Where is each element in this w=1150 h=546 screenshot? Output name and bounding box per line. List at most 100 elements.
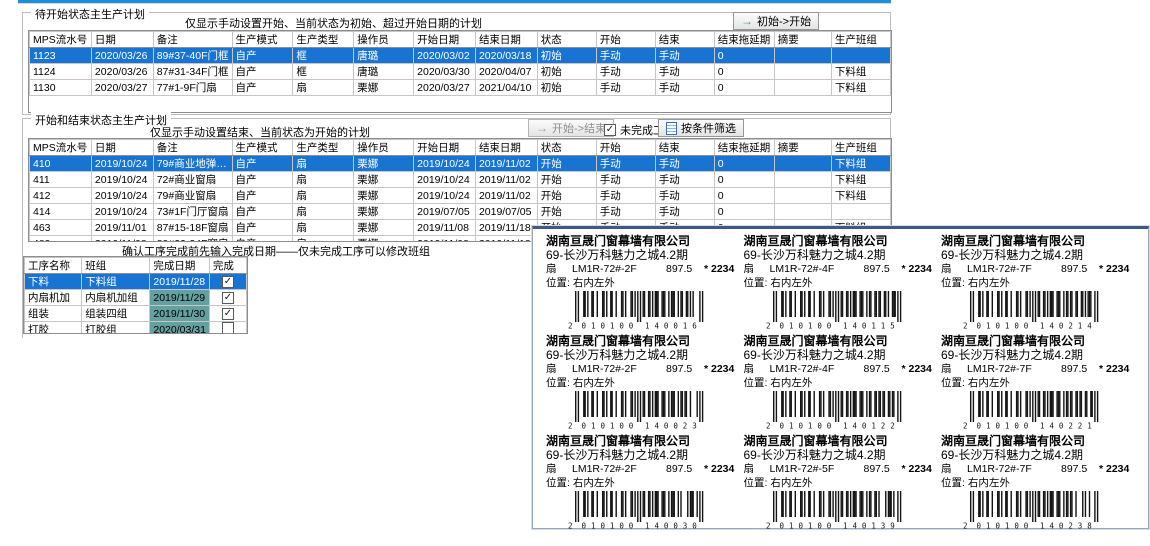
done-checkbox[interactable]: ✓	[222, 276, 234, 288]
table-cell[interactable]: 2020/03/18	[475, 48, 537, 64]
done-checkbox[interactable]: ✓	[222, 292, 234, 304]
table-cell[interactable]: 开始	[537, 172, 596, 188]
table-cell[interactable]: 手动	[655, 64, 714, 80]
table-cell[interactable]: 1130	[30, 80, 92, 96]
table-cell[interactable]: 扇	[293, 80, 354, 96]
table-cell[interactable]: 1123	[30, 48, 92, 64]
table-cell[interactable]: 72#商业窗扇	[153, 172, 232, 188]
table-cell[interactable]	[774, 204, 831, 220]
table-cell[interactable]: 2020/03/26	[91, 48, 153, 64]
table-cell[interactable]: 手动	[596, 172, 655, 188]
table-cell[interactable]: 2019/07/05	[475, 204, 537, 220]
table-cell[interactable]: 栗娜	[354, 204, 414, 220]
finish-done-cell[interactable]	[209, 322, 246, 335]
table-cell[interactable]: 79#商业窗扇	[153, 188, 232, 204]
finish-date-cell[interactable]: 2020/03/31	[150, 322, 210, 335]
process-name-cell[interactable]: 组装	[25, 306, 82, 322]
column-header[interactable]: 开始日期	[414, 140, 476, 156]
table-cell[interactable]: 框	[293, 64, 354, 80]
table-cell[interactable]: 2019/10/24	[414, 172, 476, 188]
table-cell[interactable]	[774, 64, 831, 80]
table-cell[interactable]: 79#商业地弹…	[153, 156, 232, 172]
unfinished-process-checkbox[interactable]: ✓	[604, 124, 616, 136]
filter-by-condition-button[interactable]: 按条件筛选	[658, 119, 744, 137]
table-cell[interactable]: 框	[293, 48, 354, 64]
table-cell[interactable]: 下料组	[831, 64, 890, 80]
table-cell[interactable]: 手动	[596, 64, 655, 80]
table-cell[interactable]: 自产	[232, 236, 293, 243]
table-cell[interactable]: 2019/11/02	[475, 188, 537, 204]
table-cell[interactable]	[831, 204, 890, 220]
table-cell[interactable]: 0	[714, 172, 774, 188]
column-header[interactable]: 摘要	[774, 32, 831, 48]
table-cell[interactable]: 下料组	[831, 156, 890, 172]
column-header[interactable]: 摘要	[774, 140, 831, 156]
table-cell[interactable]: 手动	[596, 156, 655, 172]
column-header[interactable]: 结束日期	[475, 32, 537, 48]
table-cell[interactable]: 自产	[232, 188, 293, 204]
table-cell[interactable]: 手动	[596, 48, 655, 64]
table-cell[interactable]: 初始	[537, 80, 596, 96]
table-cell[interactable]: 2020/03/02	[414, 48, 476, 64]
column-header[interactable]: 开始日期	[414, 32, 476, 48]
table-cell[interactable]: 87#15-18F窗扇	[153, 220, 232, 236]
start-to-finish-button[interactable]: → 开始->结束	[528, 119, 614, 137]
table-cell[interactable]: 2020/03/27	[414, 80, 476, 96]
table-cell[interactable]: 77#1-9F门扇	[153, 80, 232, 96]
column-header[interactable]: 生产类型	[293, 140, 354, 156]
table-cell[interactable]: 扇	[293, 156, 354, 172]
table-cell[interactable]: 手动	[596, 188, 655, 204]
table-cell[interactable]: 2019/07/05	[414, 204, 476, 220]
column-header[interactable]: 结束日期	[475, 140, 537, 156]
column-header[interactable]: 结束	[655, 140, 714, 156]
team-cell[interactable]: 下料组	[82, 274, 150, 290]
table-cell[interactable]: 412	[30, 188, 92, 204]
table-cell[interactable]: 2019/11/08	[414, 236, 476, 243]
table-cell[interactable]: 下料组	[831, 172, 890, 188]
process-name-cell[interactable]: 打胶	[25, 322, 82, 335]
column-header[interactable]: 结束拖延期	[714, 32, 774, 48]
table-cell[interactable]: 自产	[232, 48, 293, 64]
init-to-start-button[interactable]: → 初始->开始	[733, 12, 819, 30]
column-header[interactable]: MPS流水号	[30, 140, 92, 156]
table-cell[interactable]: 2019/11/08	[414, 220, 476, 236]
table-cell[interactable]: 89#22-24F窗扇	[153, 236, 232, 243]
column-header[interactable]: 班组	[82, 258, 150, 274]
table-cell[interactable]: 栗娜	[354, 80, 414, 96]
column-header[interactable]: 状态	[537, 32, 596, 48]
column-header[interactable]: 结束	[655, 32, 714, 48]
column-header[interactable]: 生产班组	[831, 32, 890, 48]
column-header[interactable]: 备注	[153, 32, 232, 48]
table-cell[interactable]: 栗娜	[354, 156, 414, 172]
column-header[interactable]: 结束拖延期	[714, 140, 774, 156]
table-cell[interactable]: 2019/11/02	[475, 172, 537, 188]
column-header[interactable]: 生产模式	[232, 140, 293, 156]
table-cell[interactable]: 2019/11/18	[475, 236, 537, 243]
table-cell[interactable]: 2019/11/01	[91, 220, 153, 236]
finish-done-cell[interactable]: ✓	[209, 306, 246, 322]
column-header[interactable]: 工序名称	[25, 258, 82, 274]
table-cell[interactable]: 2019/10/24	[91, 156, 153, 172]
table-cell[interactable]: 手动	[596, 204, 655, 220]
column-header[interactable]: 开始	[596, 32, 655, 48]
table-cell[interactable]	[774, 48, 831, 64]
table-cell[interactable]: 开始	[537, 156, 596, 172]
column-header[interactable]: 操作员	[354, 32, 414, 48]
table-cell[interactable]: 自产	[232, 64, 293, 80]
table-cell[interactable]: 自产	[232, 156, 293, 172]
table-cell[interactable]: 扇	[293, 188, 354, 204]
table-cell[interactable]: 89#37-40F门框	[153, 48, 232, 64]
table-cell[interactable]: 手动	[655, 80, 714, 96]
finish-done-cell[interactable]: ✓	[209, 290, 246, 306]
done-checkbox[interactable]: ✓	[222, 308, 234, 320]
table-cell[interactable]	[774, 80, 831, 96]
column-header[interactable]: 完成日期	[150, 258, 210, 274]
table-cell[interactable]: 2020/03/27	[91, 80, 153, 96]
column-header[interactable]: 生产班组	[831, 140, 890, 156]
table-cell[interactable]: 下料组	[831, 188, 890, 204]
table-cell[interactable]: 2019/10/24	[414, 188, 476, 204]
table-cell[interactable]: 414	[30, 204, 92, 220]
table-cell[interactable]: 手动	[655, 188, 714, 204]
table-cell[interactable]: 489	[30, 236, 92, 243]
table-cell[interactable]: 栗娜	[354, 220, 414, 236]
